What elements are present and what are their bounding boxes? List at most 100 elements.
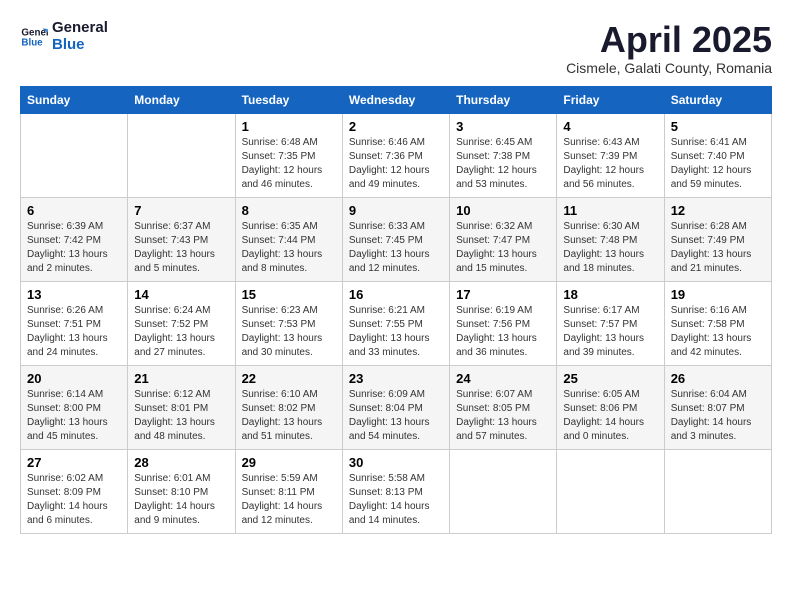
calendar-cell: 10Sunrise: 6:32 AMSunset: 7:47 PMDayligh… [450, 197, 557, 281]
day-info: Sunrise: 6:45 AMSunset: 7:38 PMDaylight:… [456, 136, 550, 192]
day-number: 19 [671, 287, 765, 302]
day-number: 5 [671, 119, 765, 134]
day-header: Friday [557, 86, 664, 113]
calendar-cell: 23 Sunrise: 6:09 AMSunset: 8:04 PMDayligh… [342, 365, 449, 449]
calendar-cell: 6Sunrise: 6:39 AMSunset: 7:42 PMDaylight… [21, 197, 128, 281]
day-number: 16 [349, 287, 443, 302]
day-number: 29 [242, 455, 336, 470]
calendar-cell: 11Sunrise: 6:30 AMSunset: 7:48 PMDayligh… [557, 197, 664, 281]
day-number: 4 [563, 119, 657, 134]
month-title: April 2025 [566, 20, 772, 60]
day-info: Sunrise: 6:48 AMSunset: 7:35 PMDaylight:… [242, 136, 336, 192]
calendar-cell: 15 Sunrise: 6:23 AMSunset: 7:53 PMDayligh… [235, 281, 342, 365]
calendar-cell: 1 Sunrise: 6:48 AMSunset: 7:35 PMDaylight… [235, 113, 342, 197]
day-info: Sunrise: 6:32 AMSunset: 7:47 PMDaylight:… [456, 220, 550, 276]
page-header: General Blue General Blue April 2025 Cis… [20, 20, 772, 76]
day-header: Saturday [664, 86, 771, 113]
calendar-week-row: 27 Sunrise: 6:02 AMSunset: 8:09 PMDayligh… [21, 449, 772, 533]
day-info: Sunrise: 6:26 AMSunset: 7:51 PMDaylight:… [27, 304, 121, 360]
calendar-cell: 14 Sunrise: 6:24 AMSunset: 7:52 PMDayligh… [128, 281, 235, 365]
calendar-cell: 30Sunrise: 5:58 AMSunset: 8:13 PMDayligh… [342, 449, 449, 533]
day-number: 28 [134, 455, 228, 470]
calendar-cell: 4 Sunrise: 6:43 AMSunset: 7:39 PMDaylight… [557, 113, 664, 197]
day-number: 26 [671, 371, 765, 386]
day-number: 22 [242, 371, 336, 386]
calendar-cell: 25 Sunrise: 6:05 AMSunset: 8:06 PMDayligh… [557, 365, 664, 449]
day-number: 20 [27, 371, 121, 386]
calendar-week-row: 1 Sunrise: 6:48 AMSunset: 7:35 PMDaylight… [21, 113, 772, 197]
day-info: Sunrise: 6:33 AMSunset: 7:45 PMDaylight:… [349, 220, 443, 276]
day-header: Wednesday [342, 86, 449, 113]
day-number: 8 [242, 203, 336, 218]
logo-icon: General Blue [20, 23, 48, 51]
calendar-cell: 28Sunrise: 6:01 AMSunset: 8:10 PMDayligh… [128, 449, 235, 533]
day-number: 25 [563, 371, 657, 386]
day-info: Sunrise: 6:43 AMSunset: 7:39 PMDaylight:… [563, 136, 657, 192]
day-number: 12 [671, 203, 765, 218]
day-number: 6 [27, 203, 121, 218]
calendar-cell: 22Sunrise: 6:10 AMSunset: 8:02 PMDayligh… [235, 365, 342, 449]
day-number: 24 [456, 371, 550, 386]
calendar-cell: 13 Sunrise: 6:26 AMSunset: 7:51 PMDayligh… [21, 281, 128, 365]
calendar-cell: 12 Sunrise: 6:28 AMSunset: 7:49 PMDayligh… [664, 197, 771, 281]
calendar-cell: 17 Sunrise: 6:19 AMSunset: 7:56 PMDayligh… [450, 281, 557, 365]
day-number: 23 [349, 371, 443, 386]
day-number: 21 [134, 371, 228, 386]
day-number: 14 [134, 287, 228, 302]
logo-line1: General [52, 20, 108, 37]
calendar-week-row: 6Sunrise: 6:39 AMSunset: 7:42 PMDaylight… [21, 197, 772, 281]
svg-text:Blue: Blue [21, 37, 43, 48]
title-section: April 2025 Cismele, Galati County, Roman… [566, 20, 772, 76]
calendar-cell: 29 Sunrise: 5:59 AMSunset: 8:11 PMDayligh… [235, 449, 342, 533]
day-info: Sunrise: 6:28 AMSunset: 7:49 PMDaylight:… [671, 220, 765, 276]
day-number: 27 [27, 455, 121, 470]
day-header: Thursday [450, 86, 557, 113]
day-number: 3 [456, 119, 550, 134]
calendar-cell [21, 113, 128, 197]
calendar-cell: 5 Sunrise: 6:41 AMSunset: 7:40 PMDaylight… [664, 113, 771, 197]
logo: General Blue General Blue [20, 20, 108, 53]
day-info: Sunrise: 5:58 AMSunset: 8:13 PMDaylight:… [349, 472, 443, 528]
calendar-week-row: 13 Sunrise: 6:26 AMSunset: 7:51 PMDayligh… [21, 281, 772, 365]
day-info: Sunrise: 6:24 AMSunset: 7:52 PMDaylight:… [134, 304, 228, 360]
day-info: Sunrise: 6:21 AMSunset: 7:55 PMDaylight:… [349, 304, 443, 360]
day-number: 2 [349, 119, 443, 134]
day-number: 15 [242, 287, 336, 302]
calendar-cell [450, 449, 557, 533]
calendar-cell: 7 Sunrise: 6:37 AMSunset: 7:43 PMDaylight… [128, 197, 235, 281]
day-info: Sunrise: 6:14 AMSunset: 8:00 PMDaylight:… [27, 388, 121, 444]
day-info: Sunrise: 6:30 AMSunset: 7:48 PMDaylight:… [563, 220, 657, 276]
day-info: Sunrise: 6:35 AMSunset: 7:44 PMDaylight:… [242, 220, 336, 276]
day-info: Sunrise: 6:02 AMSunset: 8:09 PMDaylight:… [27, 472, 121, 528]
day-info: Sunrise: 6:05 AMSunset: 8:06 PMDaylight:… [563, 388, 657, 444]
calendar-cell [128, 113, 235, 197]
calendar-cell: 27 Sunrise: 6:02 AMSunset: 8:09 PMDayligh… [21, 449, 128, 533]
calendar-cell: 20 Sunrise: 6:14 AMSunset: 8:00 PMDayligh… [21, 365, 128, 449]
day-info: Sunrise: 5:59 AMSunset: 8:11 PMDaylight:… [242, 472, 336, 528]
day-info: Sunrise: 6:37 AMSunset: 7:43 PMDaylight:… [134, 220, 228, 276]
calendar-cell: 16 Sunrise: 6:21 AMSunset: 7:55 PMDayligh… [342, 281, 449, 365]
day-info: Sunrise: 6:23 AMSunset: 7:53 PMDaylight:… [242, 304, 336, 360]
calendar-cell: 24Sunrise: 6:07 AMSunset: 8:05 PMDayligh… [450, 365, 557, 449]
day-info: Sunrise: 6:17 AMSunset: 7:57 PMDaylight:… [563, 304, 657, 360]
day-number: 13 [27, 287, 121, 302]
calendar-header-row: SundayMondayTuesdayWednesdayThursdayFrid… [21, 86, 772, 113]
day-info: Sunrise: 6:09 AMSunset: 8:04 PMDaylight:… [349, 388, 443, 444]
day-number: 7 [134, 203, 228, 218]
calendar-cell: 21 Sunrise: 6:12 AMSunset: 8:01 PMDayligh… [128, 365, 235, 449]
location-subtitle: Cismele, Galati County, Romania [566, 60, 772, 76]
calendar-cell: 2Sunrise: 6:46 AMSunset: 7:36 PMDaylight… [342, 113, 449, 197]
calendar-cell [664, 449, 771, 533]
day-number: 17 [456, 287, 550, 302]
day-number: 1 [242, 119, 336, 134]
day-header: Sunday [21, 86, 128, 113]
day-number: 18 [563, 287, 657, 302]
calendar-cell [557, 449, 664, 533]
calendar-cell: 26Sunrise: 6:04 AMSunset: 8:07 PMDayligh… [664, 365, 771, 449]
day-info: Sunrise: 6:41 AMSunset: 7:40 PMDaylight:… [671, 136, 765, 192]
calendar-cell: 8 Sunrise: 6:35 AMSunset: 7:44 PMDaylight… [235, 197, 342, 281]
day-number: 9 [349, 203, 443, 218]
day-info: Sunrise: 6:19 AMSunset: 7:56 PMDaylight:… [456, 304, 550, 360]
calendar-cell: 18 Sunrise: 6:17 AMSunset: 7:57 PMDayligh… [557, 281, 664, 365]
day-info: Sunrise: 6:12 AMSunset: 8:01 PMDaylight:… [134, 388, 228, 444]
